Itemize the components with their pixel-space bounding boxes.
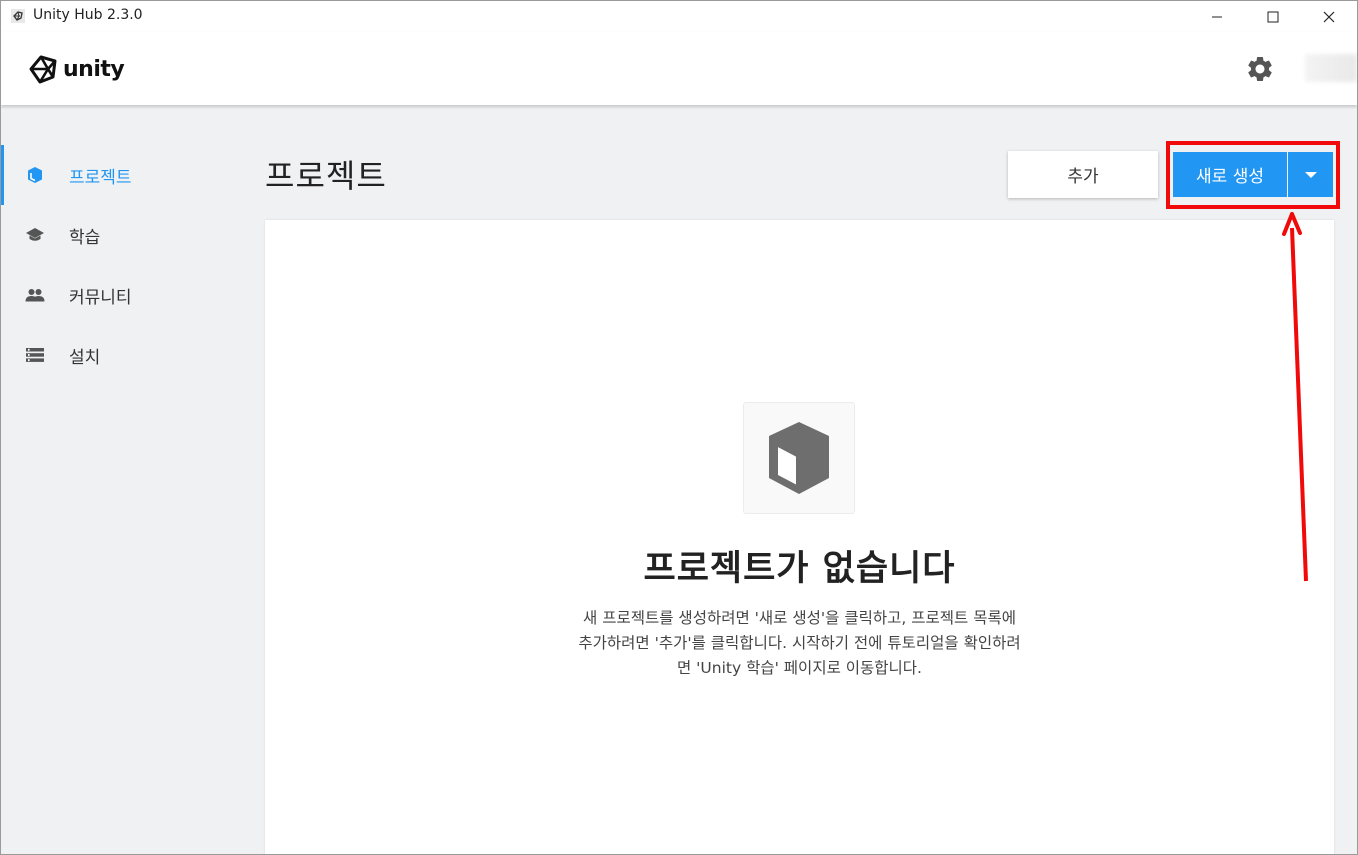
minimize-icon: [1212, 16, 1222, 17]
sidebar-item-label: 프로젝트: [69, 167, 132, 188]
app-header: unity: [1, 32, 1357, 105]
sidebar-item-label: 설치: [69, 347, 101, 368]
page-title: 프로젝트: [265, 157, 387, 195]
sidebar-item-community[interactable]: 커뮤니티: [1, 265, 233, 325]
close-button[interactable]: [1301, 1, 1357, 32]
sidebar: 프로젝트 학습 커뮤니티 설치: [1, 105, 233, 854]
account-avatar[interactable]: [1305, 54, 1357, 82]
empty-state-description: 새 프로젝트를 생성하려면 '새로 생성'을 클릭하고, 프로젝트 목록에 추가…: [525, 606, 1074, 681]
title-bar: Unity Hub 2.3.0: [1, 1, 1357, 32]
maximize-button[interactable]: [1245, 1, 1301, 32]
close-icon: [1323, 11, 1335, 22]
empty-state-description-line: 면 'Unity 학습' 페이지로 이동합니다.: [676, 659, 922, 677]
graduation-cap-icon: [25, 225, 45, 245]
sidebar-active-indicator: [1, 145, 4, 205]
logo-text: unity: [63, 56, 125, 82]
list-icon: [25, 345, 45, 365]
sidebar-item-installs[interactable]: 설치: [1, 325, 233, 385]
empty-state-title: 프로젝트가 없습니다: [643, 549, 956, 589]
add-project-button[interactable]: 추가: [1008, 151, 1158, 198]
people-icon: [25, 285, 45, 305]
new-project-dropdown-button[interactable]: [1288, 152, 1333, 197]
unity-logo-icon: [29, 55, 57, 84]
sidebar-item-label: 학습: [69, 227, 101, 248]
cube-icon: [25, 165, 45, 185]
window-title: Unity Hub 2.3.0: [33, 7, 143, 23]
sidebar-item-learn[interactable]: 학습: [1, 205, 233, 265]
sidebar-item-label: 커뮤니티: [69, 287, 132, 308]
unity-hub-window: Unity Hub 2.3.0 unity 프로젝트 학습 커뮤니티 설치 프로…: [0, 0, 1358, 855]
annotation-arrow: [1282, 212, 1308, 582]
unity-logo: unity: [27, 53, 125, 85]
gear-icon[interactable]: [1245, 54, 1275, 84]
cube-icon: [769, 422, 829, 494]
projects-panel: 프로젝트가 없습니다 새 프로젝트를 생성하려면 '새로 생성'을 클릭하고, …: [265, 220, 1334, 854]
empty-state-description-line: 추가하려면 '추가'를 클릭합니다. 시작하기 전에 튜토리얼을 확인하려: [578, 634, 1021, 652]
maximize-icon: [1267, 11, 1279, 22]
unity-app-icon: [11, 9, 25, 23]
new-project-button[interactable]: 새로 생성: [1173, 152, 1287, 197]
empty-state-icon-box: [743, 402, 855, 514]
minimize-button[interactable]: [1189, 1, 1245, 32]
empty-state-description-line: 새 프로젝트를 생성하려면 '새로 생성'을 클릭하고, 프로젝트 목록에: [583, 609, 1016, 627]
sidebar-item-projects[interactable]: 프로젝트: [1, 145, 233, 205]
caret-down-icon: [1304, 171, 1317, 178]
